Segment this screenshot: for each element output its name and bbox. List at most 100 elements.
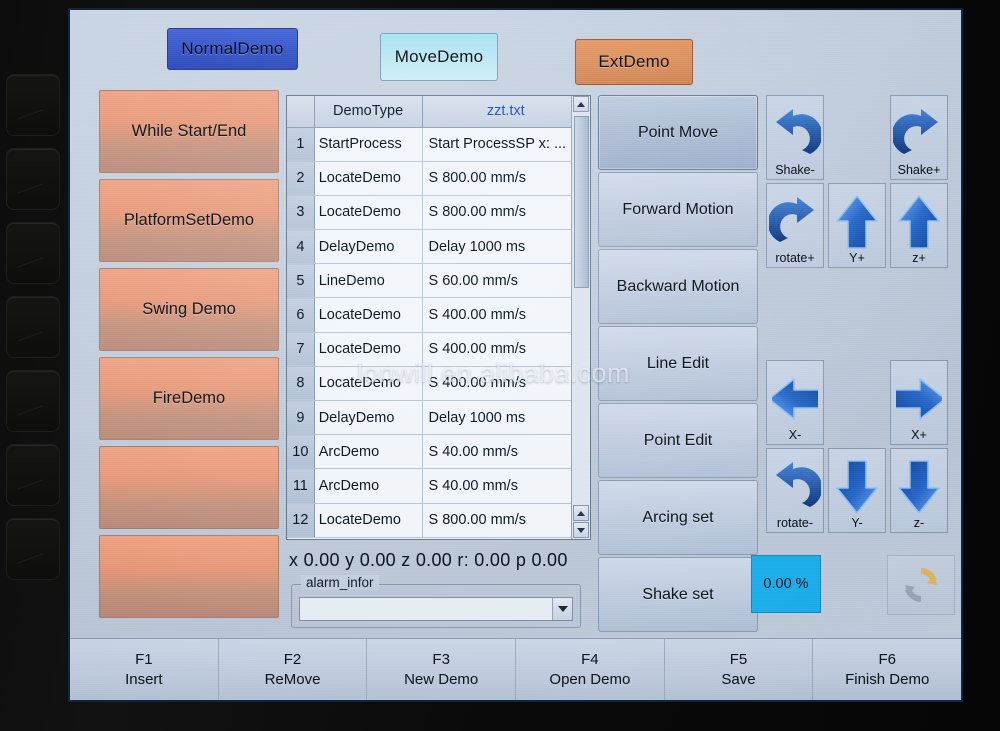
demo-button-empty-5[interactable] (99, 446, 279, 529)
tab-ext-demo[interactable]: ExtDemo (575, 39, 693, 85)
cell-demotype[interactable]: LocateDemo (314, 366, 423, 402)
table-row[interactable]: 12 LocateDemo S 800.00 mm/s (287, 503, 590, 538)
cell-value[interactable]: S 800.00 mm/s (422, 195, 590, 231)
cell-demotype[interactable]: LocateDemo (314, 297, 423, 333)
refresh-icon[interactable] (887, 555, 955, 615)
scroll-down-button[interactable] (573, 522, 589, 538)
table-row[interactable]: 11 ArcDemo S 40.00 mm/s (287, 468, 590, 504)
cell-demotype[interactable]: ArcDemo (314, 434, 423, 470)
table-row[interactable]: 3 LocateDemo S 800.00 mm/s (287, 195, 590, 231)
function-key-label: New Demo (404, 671, 479, 688)
function-key-f1[interactable]: F1 Insert (70, 639, 219, 700)
cell-demotype[interactable]: DelayDemo (314, 229, 423, 265)
row-index: 1 (287, 127, 315, 162)
jog-button-rotate-[interactable]: rotate- (766, 448, 824, 533)
function-key-number: F3 (432, 651, 450, 668)
cell-value[interactable]: S 800.00 mm/s (422, 161, 590, 196)
cell-value[interactable]: S 60.00 mm/s (422, 263, 590, 299)
cell-value[interactable]: S 400.00 mm/s (422, 366, 590, 402)
table-row[interactable]: 9 DelayDemo Delay 1000 ms (287, 400, 590, 436)
command-button-shake-set[interactable]: Shake set (598, 557, 758, 632)
cell-value[interactable]: S 800.00 mm/s (422, 503, 590, 538)
column-header-demotype[interactable]: DemoType (314, 96, 423, 128)
row-index: 9 (287, 400, 315, 436)
scroll-up-button[interactable] (573, 505, 589, 521)
bezel-key-5[interactable] (6, 370, 60, 432)
jog-button-z-[interactable]: z- (890, 448, 948, 533)
bezel-key-2[interactable] (6, 148, 60, 210)
cell-value[interactable]: S 40.00 mm/s (422, 434, 590, 470)
cell-demotype[interactable]: LocateDemo (314, 161, 423, 196)
demo-button-platform-set-demo[interactable]: PlatformSetDemo (99, 179, 279, 262)
command-button-forward-motion[interactable]: Forward Motion (598, 172, 758, 247)
function-key-f6[interactable]: F6 Finish Demo (813, 639, 961, 700)
function-key-number: F6 (878, 651, 896, 668)
cell-value[interactable]: Delay 1000 ms (422, 400, 590, 436)
tab-normal-demo[interactable]: NormalDemo (167, 28, 298, 70)
cell-demotype[interactable]: LocateDemo (314, 332, 423, 367)
tab-bar: NormalDemo MoveDemo ExtDemo (70, 10, 961, 88)
jog-button-y-[interactable]: Y- (828, 448, 886, 533)
cell-value[interactable]: Start ProcessSP x: ... (422, 127, 590, 162)
table-row[interactable]: 5 LineDemo S 60.00 mm/s (287, 263, 590, 299)
chevron-down-icon[interactable] (552, 598, 572, 620)
bezel-key-3[interactable] (6, 222, 60, 284)
jog-button-shake-[interactable]: Shake+ (890, 95, 948, 180)
command-button-point-edit[interactable]: Point Edit (598, 403, 758, 478)
tab-move-demo[interactable]: MoveDemo (380, 33, 498, 81)
table-row[interactable]: 4 DelayDemo Delay 1000 ms (287, 229, 590, 265)
bezel-key-1[interactable] (6, 74, 60, 136)
table-row[interactable]: 1 StartProcess Start ProcessSP x: ... (287, 127, 590, 162)
cell-value[interactable]: Delay 1000 ms (422, 229, 590, 265)
function-key-f3[interactable]: F3 New Demo (367, 639, 517, 700)
cell-value[interactable]: S 400.00 mm/s (422, 332, 590, 367)
cell-demotype[interactable]: LineDemo (314, 263, 423, 299)
jog-button-z-[interactable]: z+ (890, 183, 948, 268)
column-header-filename[interactable]: zzt.txt (422, 96, 590, 128)
table-row[interactable]: 6 LocateDemo S 400.00 mm/s (287, 297, 590, 333)
function-key-number: F5 (729, 651, 748, 668)
jog-button-x-[interactable]: X+ (890, 360, 948, 445)
command-button-line-edit[interactable]: Line Edit (598, 326, 758, 401)
function-key-f5[interactable]: F5 Save (664, 639, 814, 700)
grid-scrollbar[interactable] (571, 96, 590, 539)
cell-demotype[interactable]: ArcDemo (314, 468, 423, 504)
program-grid[interactable]: DemoType zzt.txt 1 StartProcess Start Proc… (286, 95, 591, 540)
table-row[interactable]: 7 LocateDemo S 400.00 mm/s (287, 332, 590, 367)
scroll-thumb[interactable] (574, 116, 589, 288)
cell-value[interactable]: S 40.00 mm/s (422, 468, 590, 504)
jog-button-shake-[interactable]: Shake- (766, 95, 824, 180)
alarm-info-value[interactable] (300, 598, 552, 620)
row-index: 3 (287, 195, 315, 231)
table-row[interactable]: 2 LocateDemo S 800.00 mm/s (287, 161, 590, 196)
table-row[interactable]: 8 LocateDemo S 400.00 mm/s (287, 366, 590, 402)
lcd-screen: NormalDemo MoveDemo ExtDemo While Start/… (68, 8, 963, 702)
demo-button-empty-6[interactable] (99, 535, 279, 618)
bezel-key-6[interactable] (6, 444, 60, 506)
command-button-arcing-set[interactable]: Arcing set (598, 480, 758, 555)
demo-button-swing-demo[interactable]: Swing Demo (99, 268, 279, 351)
demo-button-fire-demo[interactable]: FireDemo (99, 357, 279, 440)
command-button-backward-motion[interactable]: Backward Motion (598, 249, 758, 324)
cell-demotype[interactable]: LocateDemo (314, 503, 423, 538)
speed-percentage-display[interactable]: 0.00 % (751, 555, 821, 613)
bezel-key-7[interactable] (6, 518, 60, 580)
program-table: DemoType zzt.txt 1 StartProcess Start Proc… (287, 96, 590, 538)
function-key-f2[interactable]: F2 ReMove (218, 639, 368, 700)
rotate-cw-icon (893, 105, 945, 164)
alarm-info-combobox[interactable] (299, 597, 573, 621)
cell-demotype[interactable]: DelayDemo (314, 400, 423, 436)
cell-value[interactable]: S 400.00 mm/s (422, 297, 590, 333)
demo-button-while-start-end[interactable]: While Start/End (99, 90, 279, 173)
jog-button-y-[interactable]: Y+ (828, 183, 886, 268)
function-key-f4[interactable]: F4 Open Demo (516, 639, 665, 700)
arrow-right-icon (896, 370, 942, 429)
command-button-point-move[interactable]: Point Move (598, 95, 758, 170)
jog-button-x-[interactable]: X- (766, 360, 824, 445)
cell-demotype[interactable]: LocateDemo (314, 195, 423, 231)
jog-button-rotate-[interactable]: rotate+ (766, 183, 824, 268)
cell-demotype[interactable]: StartProcess (314, 127, 423, 162)
scroll-up-top-button[interactable] (573, 96, 589, 112)
table-row[interactable]: 10 ArcDemo S 40.00 mm/s (287, 434, 590, 470)
bezel-key-4[interactable] (6, 296, 60, 358)
